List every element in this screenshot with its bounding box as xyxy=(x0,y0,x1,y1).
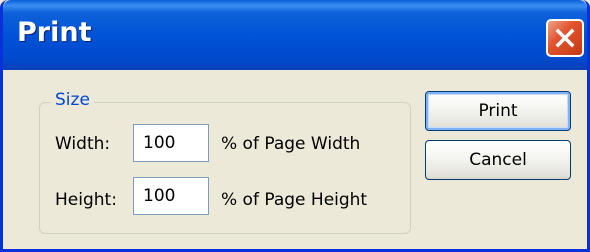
cancel-button[interactable]: Cancel xyxy=(425,140,571,180)
width-input[interactable] xyxy=(133,124,209,162)
size-groupbox xyxy=(39,102,411,234)
close-button[interactable] xyxy=(546,19,584,57)
dialog-body: Size Width: % of Page Width Height: % of… xyxy=(3,70,587,249)
height-label: Height: xyxy=(55,190,117,210)
width-label: Width: xyxy=(55,134,111,154)
window-title: Print xyxy=(17,17,92,48)
title-bar[interactable]: Print xyxy=(3,0,587,70)
print-dialog: Print Size Width: % of Page Width Height… xyxy=(0,0,590,252)
print-button[interactable]: Print xyxy=(425,91,571,131)
width-unit-label: % of Page Width xyxy=(221,134,361,154)
height-input[interactable] xyxy=(133,177,209,215)
size-group-label: Size xyxy=(51,90,94,110)
close-icon xyxy=(555,28,575,48)
height-unit-label: % of Page Height xyxy=(221,190,368,210)
